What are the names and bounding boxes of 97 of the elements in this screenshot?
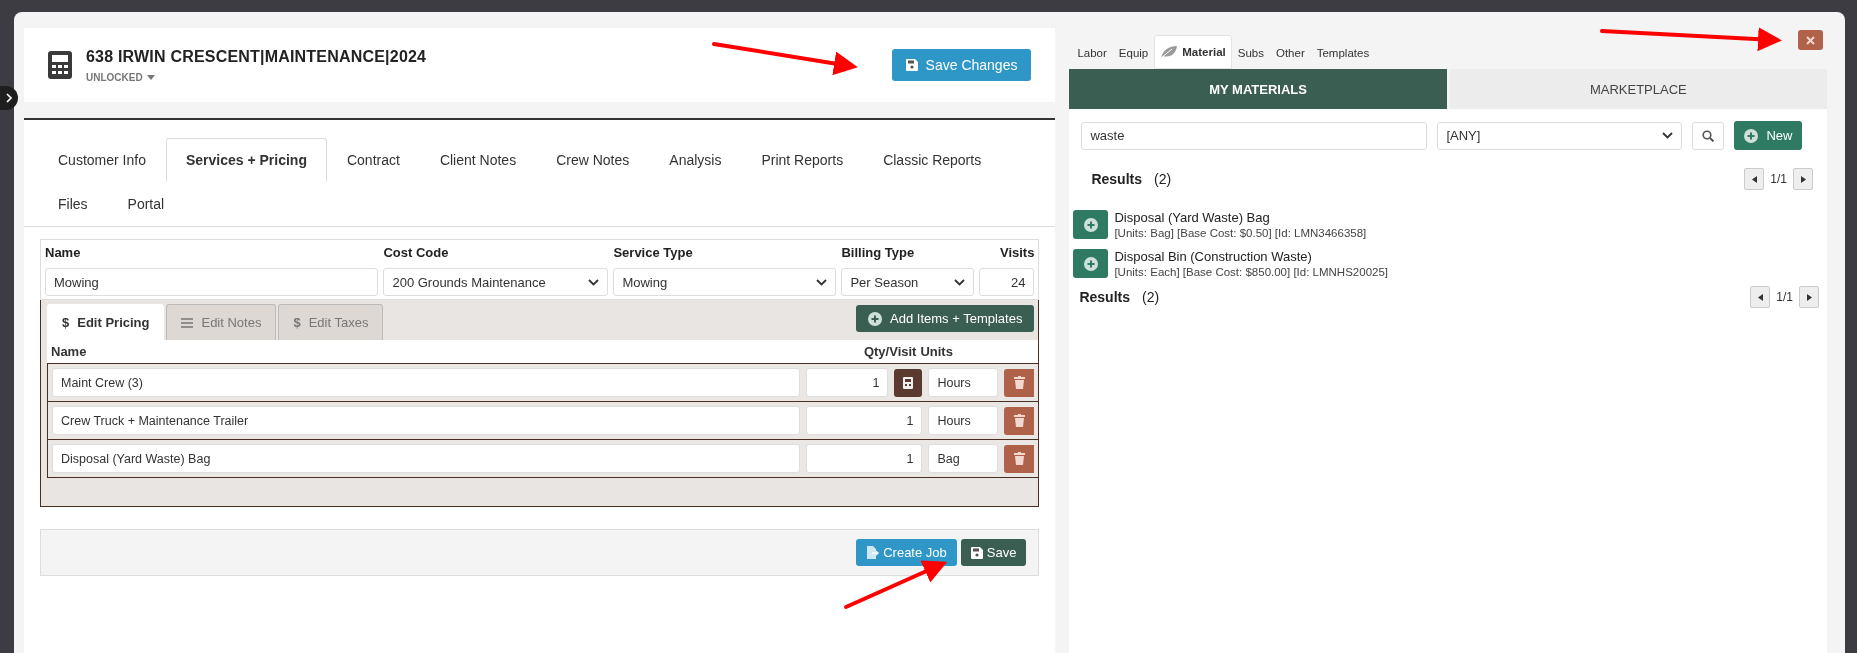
add-material-button[interactable] — [1073, 210, 1109, 239]
search-icon — [1702, 129, 1715, 142]
billing-type-select[interactable]: Per Season — [841, 268, 975, 296]
column-header: Billing Type — [841, 244, 916, 262]
units-field[interactable]: Hours — [928, 368, 999, 397]
column-header: Service Type — [613, 244, 694, 262]
quantity-field[interactable]: 1 — [806, 444, 923, 473]
dollar-icon: $ — [293, 315, 301, 330]
trash-icon — [1013, 376, 1025, 389]
category-tab[interactable]: Subs — [1231, 37, 1270, 69]
cost-code-select[interactable]: 200 Grounds Maintenance — [383, 268, 609, 296]
caret-right-icon — [1800, 175, 1806, 183]
column-header: Cost Code — [383, 244, 450, 262]
column-header: Visits — [998, 244, 1035, 262]
sidebar-toggle-button[interactable] — [0, 86, 18, 110]
results-label: Results — [1079, 289, 1130, 305]
filter-select[interactable]: [ANY] — [1437, 121, 1683, 150]
item-name-field[interactable]: Crew Truck + Maintenance Trailer — [52, 406, 801, 435]
plus-circle-icon — [868, 311, 883, 326]
category-tab[interactable]: Equip — [1112, 37, 1155, 69]
chevron-right-icon — [6, 93, 12, 103]
results-label: Results — [1091, 171, 1142, 187]
leaf-icon — [1160, 45, 1179, 59]
tab[interactable]: Classic Reports — [863, 138, 1002, 182]
page-indicator: 1/1 — [1770, 172, 1787, 186]
visits-field[interactable]: 24 — [979, 268, 1035, 296]
segment-tab[interactable]: MY MATERIALS — [1069, 69, 1447, 109]
search-button[interactable] — [1692, 121, 1725, 150]
quantity-field[interactable]: 1 — [806, 406, 923, 435]
chevron-down-icon — [588, 278, 600, 286]
save-button[interactable]: Save — [960, 539, 1027, 566]
item-name-field[interactable]: Disposal (Yard Waste) Bag — [52, 444, 801, 473]
delete-button[interactable] — [1004, 368, 1035, 397]
tab[interactable]: Services + Pricing — [165, 138, 327, 182]
status-dropdown[interactable]: UNLOCKED — [86, 71, 155, 83]
file-export-icon — [866, 546, 880, 559]
add-items-button[interactable]: Add Items + Templates — [856, 305, 1035, 332]
units-field[interactable]: Bag — [928, 444, 999, 473]
search-field[interactable]: waste — [1081, 121, 1428, 150]
tab[interactable]: Print Reports — [741, 138, 864, 182]
trash-icon — [1013, 452, 1025, 465]
tab[interactable]: Crew Notes — [536, 138, 650, 182]
page-indicator: 1/1 — [1776, 290, 1793, 304]
category-tab[interactable]: Other — [1269, 37, 1311, 69]
next-page-button[interactable] — [1799, 286, 1819, 308]
material-details: [Units: Each] [Base Cost: $850.00] [Id: LMNHS20025] — [1114, 266, 1388, 278]
new-button[interactable]: New — [1734, 121, 1803, 150]
tab[interactable]: Client Notes — [419, 138, 537, 182]
results-count: (2) — [1154, 171, 1172, 187]
tab[interactable]: Analysis — [649, 138, 742, 182]
tab[interactable]: Contract — [326, 138, 420, 182]
quantity-field[interactable]: 1 — [806, 368, 889, 397]
chevron-down-icon — [816, 278, 828, 286]
column-header: Qty/Visit — [862, 344, 918, 359]
calculator-icon — [903, 376, 914, 389]
caret-left-icon — [1757, 293, 1763, 301]
previous-page-button[interactable] — [1750, 286, 1771, 308]
plus-circle-icon — [1083, 256, 1098, 271]
trash-icon — [1013, 414, 1025, 427]
material-name: Disposal (Yard Waste) Bag — [1114, 210, 1271, 225]
calculator-button[interactable] — [894, 368, 923, 397]
delete-button[interactable] — [1004, 444, 1035, 473]
results-count: (2) — [1142, 289, 1160, 305]
column-header: Name — [45, 244, 82, 262]
material-name: Disposal Bin (Construction Waste) — [1114, 249, 1313, 264]
material-details: [Units: Bag] [Base Cost: $0.50] [Id: LMN3466358] — [1114, 227, 1367, 239]
tab[interactable]: Files — [38, 182, 108, 226]
service-name-field[interactable]: Mowing — [45, 268, 379, 296]
previous-page-button[interactable] — [1744, 168, 1765, 190]
chevron-down-icon — [954, 278, 966, 286]
units-field[interactable]: Hours — [928, 406, 999, 435]
sub-tab[interactable]: $ Edit Pricing — [47, 304, 165, 340]
add-material-button[interactable] — [1073, 249, 1109, 278]
tab[interactable]: Customer Info — [38, 138, 166, 182]
caret-icon — [146, 74, 155, 80]
caret-right-icon — [1806, 293, 1812, 301]
delete-button[interactable] — [1004, 406, 1035, 435]
dollar-icon: $ — [62, 315, 70, 330]
item-name-field[interactable]: Maint Crew (3) — [52, 368, 801, 397]
close-icon — [1806, 35, 1815, 45]
chevron-down-icon — [1662, 132, 1674, 139]
job-title: 638 IRWIN CRESCENT|MAINTENANCE|2024 — [86, 47, 427, 66]
segment-tab[interactable]: MARKETPLACE — [1449, 69, 1827, 109]
plus-circle-icon — [1744, 128, 1759, 143]
column-header: Units — [920, 344, 954, 359]
close-button[interactable] — [1798, 30, 1823, 50]
tab[interactable]: Portal — [107, 182, 185, 226]
list-icon — [181, 317, 194, 328]
caret-left-icon — [1751, 175, 1757, 183]
category-tab[interactable]: Material — [1154, 35, 1232, 69]
service-type-select[interactable]: Mowing — [613, 268, 837, 296]
next-page-button[interactable] — [1793, 168, 1813, 190]
plus-circle-icon — [1083, 217, 1098, 232]
category-tab[interactable]: Templates — [1310, 37, 1376, 69]
calculator-icon — [48, 51, 72, 79]
category-tab[interactable]: Labor — [1071, 37, 1113, 69]
column-header: Name — [51, 344, 88, 359]
